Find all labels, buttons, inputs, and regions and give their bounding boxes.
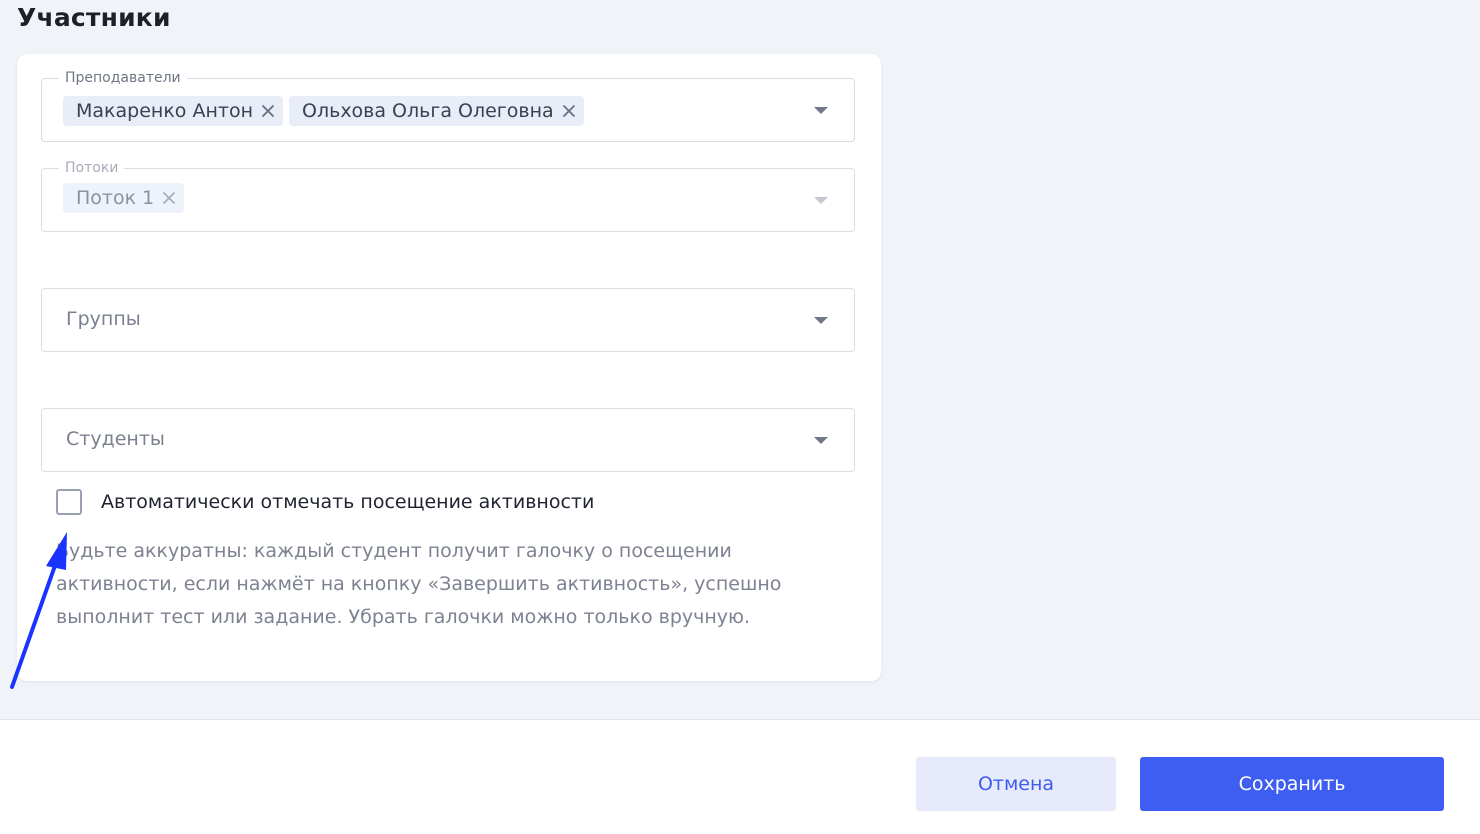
teachers-chips: Макаренко Антон Ольхова Ольга Олеговна [63,96,584,126]
chevron-down-icon [814,197,828,204]
chevron-down-icon[interactable] [814,107,828,114]
close-icon[interactable] [261,104,275,118]
section-title: Участники [17,3,171,32]
chevron-down-icon[interactable] [814,317,828,324]
stream-chip: Поток 1 [63,183,185,213]
students-select[interactable]: Студенты [41,408,855,472]
save-button[interactable]: Сохранить [1140,757,1444,811]
chevron-down-icon[interactable] [814,437,828,444]
cancel-button[interactable]: Отмена [916,757,1116,811]
streams-chips: Поток 1 [63,183,185,213]
streams-label: Потоки [59,159,125,177]
groups-select[interactable]: Группы [41,288,855,352]
teachers-label: Преподаватели [59,69,187,87]
auto-attendance-hint: Будьте аккуратны: каждый студент получит… [56,540,782,628]
teacher-chip: Ольхова Ольга Олеговна [289,96,584,126]
streams-select: Потоки Поток 1 [41,159,855,232]
chip-label: Ольхова Ольга Олеговна [302,100,554,122]
chip-label: Макаренко Антон [76,100,254,122]
auto-attendance-checkbox[interactable] [56,489,82,515]
auto-attendance-label[interactable]: Автоматически отмечать посещение активно… [101,491,594,513]
chip-label: Поток 1 [76,187,155,209]
students-placeholder: Студенты [66,428,165,450]
close-icon[interactable] [562,104,576,118]
teachers-select[interactable]: Преподаватели Макаренко Антон Ольхова Ол… [41,69,855,142]
participants-card: Преподаватели Макаренко Антон Ольхова Ол… [17,54,881,681]
footer-bar: Отмена Сохранить [0,719,1480,834]
main-area: Участники Преподаватели Макаренко Антон … [0,0,1480,719]
close-icon [163,192,176,204]
teacher-chip: Макаренко Антон [63,96,284,126]
groups-placeholder: Группы [66,308,141,330]
